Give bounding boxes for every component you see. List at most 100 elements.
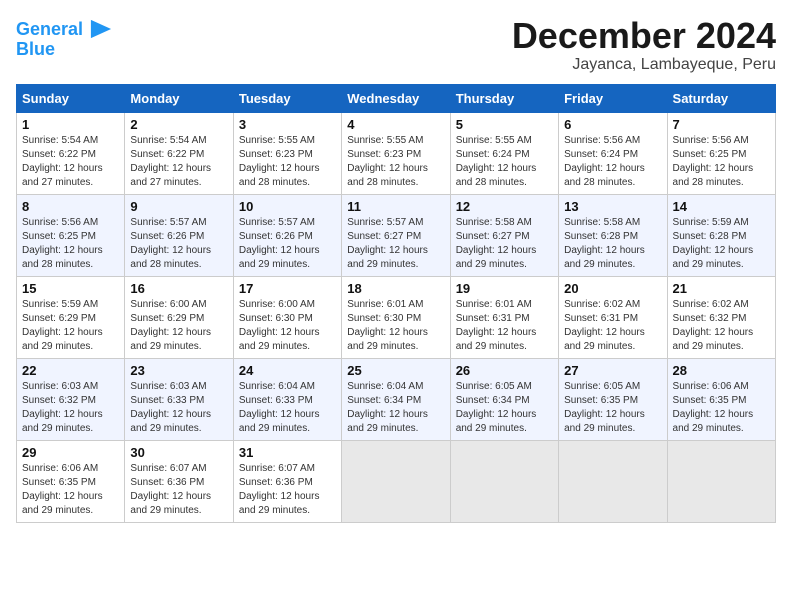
day-cell: 25Sunrise: 6:04 AM Sunset: 6:34 PM Dayli… <box>342 358 450 440</box>
day-cell: 7 Sunrise: 5:56 AM Sunset: 6:25 PM Daylig… <box>667 112 775 194</box>
day-number: 10 <box>239 199 336 214</box>
logo-text: General <box>16 20 83 40</box>
day-number: 1 <box>22 117 119 132</box>
day-cell: 8 Sunrise: 5:56 AM Sunset: 6:25 PM Daylig… <box>17 194 125 276</box>
day-number: 8 <box>22 199 119 214</box>
day-cell: 15 Sunrise: 5:59 AM Sunset: 6:29 PM Dayli… <box>17 276 125 358</box>
day-cell: 9 Sunrise: 5:57 AM Sunset: 6:26 PM Daylig… <box>125 194 233 276</box>
day-number: 2 <box>130 117 227 132</box>
day-info: Sunrise: 6:07 AM Sunset: 6:36 PM Dayligh… <box>239 462 336 518</box>
week-row-1: 1 Sunrise: 5:54 AM Sunset: 6:22 PM Daylig… <box>17 112 776 194</box>
day-cell: 14 Sunrise: 5:59 AM Sunset: 6:28 PM Dayli… <box>667 194 775 276</box>
title-area: December 2024 Jayanca, Lambayeque, Peru <box>512 16 776 74</box>
day-number: 27 <box>564 363 661 378</box>
day-cell: 16Sunrise: 6:00 AM Sunset: 6:29 PM Dayli… <box>125 276 233 358</box>
day-cell: 18 Sunrise: 6:01 AM Sunset: 6:30 PM Dayli… <box>342 276 450 358</box>
day-cell: 20 Sunrise: 6:02 AM Sunset: 6:31 PM Dayli… <box>559 276 667 358</box>
day-cell: 29 Sunrise: 6:06 AM Sunset: 6:35 PM Dayli… <box>17 440 125 522</box>
day-number: 11 <box>347 199 444 214</box>
day-cell: 13 Sunrise: 5:58 AM Sunset: 6:28 PM Dayli… <box>559 194 667 276</box>
day-number: 9 <box>130 199 227 214</box>
day-number: 23 <box>130 363 227 378</box>
day-info: Sunrise: 6:02 AM Sunset: 6:31 PM Dayligh… <box>564 298 661 354</box>
day-info: Sunrise: 5:56 AM Sunset: 6:25 PM Dayligh… <box>22 216 119 272</box>
day-number: 24 <box>239 363 336 378</box>
day-cell: 3Sunrise: 5:55 AM Sunset: 6:23 PM Daylig… <box>233 112 341 194</box>
week-row-3: 15 Sunrise: 5:59 AM Sunset: 6:29 PM Dayli… <box>17 276 776 358</box>
day-cell: 26Sunrise: 6:05 AM Sunset: 6:34 PM Dayli… <box>450 358 558 440</box>
day-cell: 2Sunrise: 5:54 AM Sunset: 6:22 PM Daylig… <box>125 112 233 194</box>
day-number: 18 <box>347 281 444 296</box>
day-number: 14 <box>673 199 770 214</box>
calendar-body: 1 Sunrise: 5:54 AM Sunset: 6:22 PM Daylig… <box>17 112 776 522</box>
day-info: Sunrise: 6:05 AM Sunset: 6:35 PM Dayligh… <box>564 380 661 436</box>
header-tuesday: Tuesday <box>233 84 341 112</box>
day-number: 29 <box>22 445 119 460</box>
day-cell: 21 Sunrise: 6:02 AM Sunset: 6:32 PM Dayli… <box>667 276 775 358</box>
day-info: Sunrise: 5:57 AM Sunset: 6:26 PM Dayligh… <box>239 216 336 272</box>
day-info: Sunrise: 5:55 AM Sunset: 6:23 PM Dayligh… <box>347 134 444 190</box>
day-cell: 22Sunrise: 6:03 AM Sunset: 6:32 PM Dayli… <box>17 358 125 440</box>
day-info: Sunrise: 6:04 AM Sunset: 6:33 PM Dayligh… <box>239 380 336 436</box>
header-sunday: Sunday <box>17 84 125 112</box>
day-number: 7 <box>673 117 770 132</box>
day-info: Sunrise: 5:59 AM Sunset: 6:29 PM Dayligh… <box>22 298 119 354</box>
day-number: 4 <box>347 117 444 132</box>
day-number: 5 <box>456 117 553 132</box>
day-cell: 6 Sunrise: 5:56 AM Sunset: 6:24 PM Daylig… <box>559 112 667 194</box>
day-info: Sunrise: 6:07 AM Sunset: 6:36 PM Dayligh… <box>130 462 227 518</box>
day-info: Sunrise: 5:54 AM Sunset: 6:22 PM Dayligh… <box>22 134 119 190</box>
day-number: 19 <box>456 281 553 296</box>
day-number: 22 <box>22 363 119 378</box>
day-number: 21 <box>673 281 770 296</box>
day-info: Sunrise: 6:05 AM Sunset: 6:34 PM Dayligh… <box>456 380 553 436</box>
day-info: Sunrise: 5:59 AM Sunset: 6:28 PM Dayligh… <box>673 216 770 272</box>
location-subtitle: Jayanca, Lambayeque, Peru <box>512 56 776 74</box>
day-info: Sunrise: 6:02 AM Sunset: 6:32 PM Dayligh… <box>673 298 770 354</box>
day-info: Sunrise: 6:04 AM Sunset: 6:34 PM Dayligh… <box>347 380 444 436</box>
day-info: Sunrise: 6:06 AM Sunset: 6:35 PM Dayligh… <box>22 462 119 518</box>
day-cell: 17 Sunrise: 6:00 AM Sunset: 6:30 PM Dayli… <box>233 276 341 358</box>
day-info: Sunrise: 5:57 AM Sunset: 6:27 PM Dayligh… <box>347 216 444 272</box>
day-cell: 5 Sunrise: 5:55 AM Sunset: 6:24 PM Daylig… <box>450 112 558 194</box>
header-saturday: Saturday <box>667 84 775 112</box>
day-cell <box>667 440 775 522</box>
day-info: Sunrise: 5:58 AM Sunset: 6:28 PM Dayligh… <box>564 216 661 272</box>
calendar-header: Sunday Monday Tuesday Wednesday Thursday… <box>17 84 776 112</box>
day-cell <box>450 440 558 522</box>
day-number: 15 <box>22 281 119 296</box>
day-info: Sunrise: 5:55 AM Sunset: 6:24 PM Dayligh… <box>456 134 553 190</box>
day-number: 31 <box>239 445 336 460</box>
day-info: Sunrise: 6:01 AM Sunset: 6:30 PM Dayligh… <box>347 298 444 354</box>
header-row: Sunday Monday Tuesday Wednesday Thursday… <box>17 84 776 112</box>
day-cell: 1 Sunrise: 5:54 AM Sunset: 6:22 PM Daylig… <box>17 112 125 194</box>
day-cell: 11 Sunrise: 5:57 AM Sunset: 6:27 PM Dayli… <box>342 194 450 276</box>
week-row-2: 8 Sunrise: 5:56 AM Sunset: 6:25 PM Daylig… <box>17 194 776 276</box>
day-cell: 24 Sunrise: 6:04 AM Sunset: 6:33 PM Dayli… <box>233 358 341 440</box>
day-cell: 12Sunrise: 5:58 AM Sunset: 6:27 PM Dayli… <box>450 194 558 276</box>
day-cell: 19 Sunrise: 6:01 AM Sunset: 6:31 PM Dayli… <box>450 276 558 358</box>
day-cell: 4 Sunrise: 5:55 AM Sunset: 6:23 PM Daylig… <box>342 112 450 194</box>
day-info: Sunrise: 6:01 AM Sunset: 6:31 PM Dayligh… <box>456 298 553 354</box>
day-number: 20 <box>564 281 661 296</box>
logo-icon <box>87 18 115 40</box>
day-info: Sunrise: 6:00 AM Sunset: 6:30 PM Dayligh… <box>239 298 336 354</box>
day-number: 6 <box>564 117 661 132</box>
page-container: General Blue December 2024 Jayanca, Lamb… <box>0 0 792 531</box>
day-number: 17 <box>239 281 336 296</box>
day-info: Sunrise: 5:57 AM Sunset: 6:26 PM Dayligh… <box>130 216 227 272</box>
day-info: Sunrise: 5:56 AM Sunset: 6:25 PM Dayligh… <box>673 134 770 190</box>
day-number: 13 <box>564 199 661 214</box>
day-info: Sunrise: 6:03 AM Sunset: 6:33 PM Dayligh… <box>130 380 227 436</box>
week-row-4: 22Sunrise: 6:03 AM Sunset: 6:32 PM Dayli… <box>17 358 776 440</box>
logo: General Blue <box>16 20 115 60</box>
day-cell: 23 Sunrise: 6:03 AM Sunset: 6:33 PM Dayli… <box>125 358 233 440</box>
day-info: Sunrise: 5:56 AM Sunset: 6:24 PM Dayligh… <box>564 134 661 190</box>
header-monday: Monday <box>125 84 233 112</box>
day-info: Sunrise: 6:06 AM Sunset: 6:35 PM Dayligh… <box>673 380 770 436</box>
day-number: 30 <box>130 445 227 460</box>
day-cell: 27 Sunrise: 6:05 AM Sunset: 6:35 PM Dayli… <box>559 358 667 440</box>
day-cell <box>342 440 450 522</box>
header-thursday: Thursday <box>450 84 558 112</box>
day-number: 12 <box>456 199 553 214</box>
